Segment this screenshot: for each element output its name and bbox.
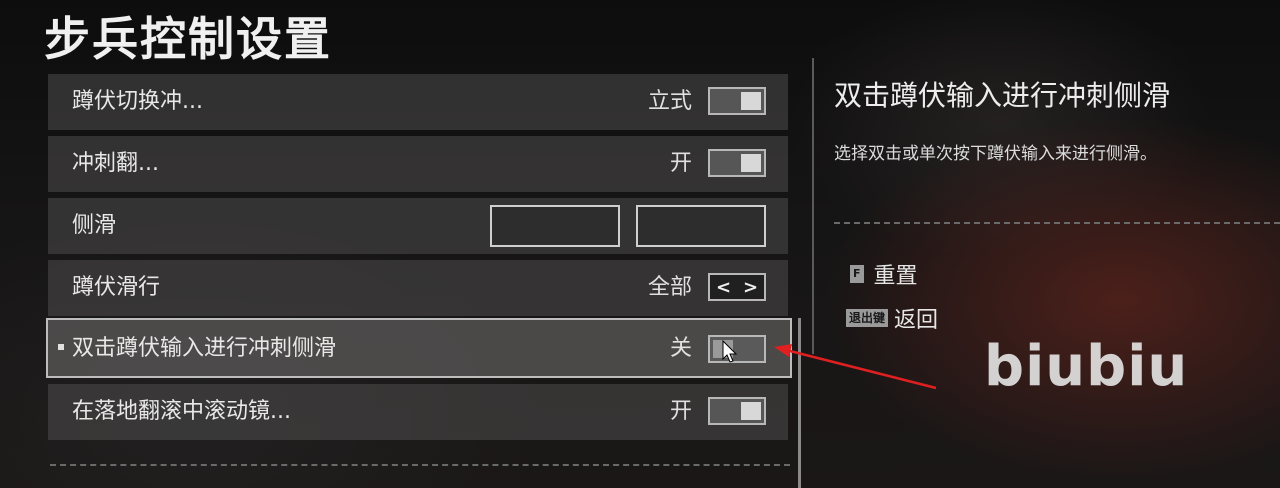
annotation-arrow-icon (774, 344, 937, 390)
mouse-cursor-icon (722, 340, 738, 363)
